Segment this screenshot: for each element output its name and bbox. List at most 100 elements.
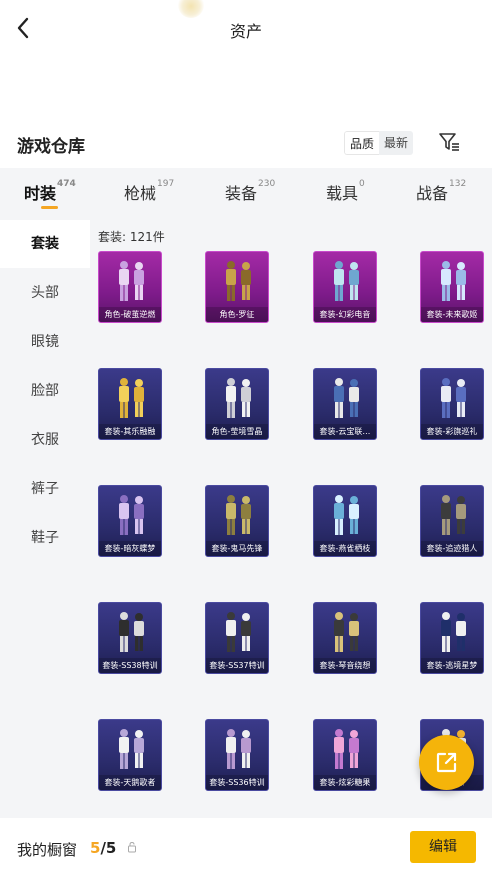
sidebar: 套装 头部 眼镜 脸部 衣服 裤子 鞋子 bbox=[0, 218, 90, 818]
outfit-thumbnail bbox=[334, 378, 359, 418]
sidebar-item-glasses[interactable]: 眼镜 bbox=[0, 318, 90, 366]
item-card-label: 套装-追迹猎人 bbox=[421, 541, 483, 556]
outfit-thumbnail bbox=[334, 261, 359, 301]
item-card-label: 套装-SS37特训 bbox=[206, 658, 268, 673]
sort-option-quality[interactable]: 品质 bbox=[344, 131, 380, 155]
item-card[interactable]: 套装-炫彩糖果 bbox=[313, 719, 377, 791]
sidebar-item-clothes[interactable]: 衣服 bbox=[0, 416, 90, 464]
item-card-label: 套装-其乐融融 bbox=[99, 424, 161, 439]
showcase-total: /5 bbox=[100, 839, 117, 857]
item-card[interactable]: 套装-天鹅歌者 bbox=[98, 719, 162, 791]
sort-toggle: 品质 最新 bbox=[344, 131, 414, 155]
item-card-label: 套装-天鹅歌者 bbox=[99, 775, 161, 790]
showcase-label: 我的橱窗 bbox=[17, 841, 78, 859]
item-card[interactable]: 套装-追迹猎人 bbox=[420, 485, 484, 557]
item-card-label: 套装-SS36特训 bbox=[206, 775, 268, 790]
item-card[interactable]: 角色-罗征 bbox=[205, 251, 269, 323]
sidebar-item-sets[interactable]: 套装 bbox=[0, 220, 90, 268]
tab-count: 132 bbox=[449, 178, 467, 189]
item-card-label: 套装-云宝联… bbox=[314, 424, 376, 439]
tab-gear[interactable]: 战备132 bbox=[416, 178, 467, 204]
outfit-thumbnail bbox=[334, 495, 359, 535]
item-card-label: 套装-幻彩电音 bbox=[314, 307, 376, 322]
item-card-label: 套装-炫彩糖果 bbox=[314, 775, 376, 790]
tab-equipment[interactable]: 装备230 bbox=[225, 178, 276, 204]
item-card-label: 套装-彩旗巡礼 bbox=[421, 424, 483, 439]
tab-label: 枪械 bbox=[124, 184, 157, 203]
item-card[interactable]: 套装-其乐融融 bbox=[98, 368, 162, 440]
showcase-used: 5 bbox=[90, 839, 101, 857]
lock-icon bbox=[128, 841, 136, 853]
outfit-thumbnail bbox=[119, 261, 144, 301]
outfit-thumbnail bbox=[226, 495, 251, 535]
sidebar-item-head[interactable]: 头部 bbox=[0, 269, 90, 317]
item-card-label: 套装-琴音绕想 bbox=[314, 658, 376, 673]
tab-label: 时装 bbox=[24, 184, 57, 203]
item-card-label: 角色-破茧逆燃 bbox=[99, 307, 161, 322]
outfit-thumbnail bbox=[119, 378, 144, 418]
item-card[interactable]: 套装-云宝联… bbox=[313, 368, 377, 440]
item-card[interactable]: 套装-暗灰蝶梦 bbox=[98, 485, 162, 557]
outfit-thumbnail bbox=[441, 495, 466, 535]
showcase-count: 5/5 bbox=[90, 839, 116, 857]
item-card-label: 套装-SS38特训 bbox=[99, 658, 161, 673]
item-card-label: 套装-未来歌姬 bbox=[421, 307, 483, 322]
tab-guns[interactable]: 枪械197 bbox=[124, 178, 175, 204]
item-card[interactable]: 套装-鬼马先锋 bbox=[205, 485, 269, 557]
item-card[interactable]: 套装-琴音绕想 bbox=[313, 602, 377, 674]
sidebar-item-pants[interactable]: 裤子 bbox=[0, 465, 90, 513]
tab-label: 装备 bbox=[225, 184, 258, 203]
item-card[interactable]: 套装-燕雀栖枝 bbox=[313, 485, 377, 557]
decorative-orb bbox=[178, 0, 204, 18]
item-card-label: 角色-罗征 bbox=[206, 307, 268, 322]
active-tab-indicator bbox=[41, 206, 58, 209]
share-icon bbox=[436, 752, 457, 773]
item-card-label: 套装-暗灰蝶梦 bbox=[99, 541, 161, 556]
sidebar-item-shoes[interactable]: 鞋子 bbox=[0, 514, 90, 562]
item-card[interactable]: 套装-逃境星梦 bbox=[420, 602, 484, 674]
item-card-label: 套装-燕雀栖枝 bbox=[314, 541, 376, 556]
item-card[interactable]: 套装-未来歌姬 bbox=[420, 251, 484, 323]
outfit-thumbnail bbox=[226, 261, 251, 301]
item-card[interactable]: 角色-莹境雪晶 bbox=[205, 368, 269, 440]
outfit-thumbnail bbox=[226, 729, 251, 769]
tab-vehicles[interactable]: 载具0 bbox=[326, 178, 365, 204]
item-card-label: 套装-逃境星梦 bbox=[421, 658, 483, 673]
item-count: 套装: 121件 bbox=[98, 230, 165, 244]
sidebar-item-face[interactable]: 脸部 bbox=[0, 367, 90, 415]
filter-button[interactable] bbox=[437, 130, 461, 154]
edit-button[interactable]: 编辑 bbox=[410, 831, 476, 863]
top-bar: 资产 bbox=[0, 0, 492, 60]
outfit-thumbnail bbox=[226, 378, 251, 418]
outfit-thumbnail bbox=[441, 612, 466, 652]
outfit-thumbnail bbox=[334, 729, 359, 769]
item-card[interactable]: 套装-幻彩电音 bbox=[313, 251, 377, 323]
item-card[interactable]: 套装-SS36特训 bbox=[205, 719, 269, 791]
item-card-label: 角色-莹境雪晶 bbox=[206, 424, 268, 439]
tab-label: 载具 bbox=[326, 184, 359, 203]
category-tabs: 时装474 枪械197 装备230 载具0 战备132 bbox=[0, 168, 492, 218]
outfit-thumbnail bbox=[119, 729, 144, 769]
outfit-thumbnail bbox=[441, 378, 466, 418]
tab-fashion[interactable]: 时装474 bbox=[24, 178, 76, 204]
outfit-thumbnail bbox=[119, 612, 144, 652]
item-card[interactable]: 角色-破茧逆燃 bbox=[98, 251, 162, 323]
outfit-thumbnail bbox=[334, 612, 359, 652]
tab-label: 战备 bbox=[416, 184, 449, 203]
tab-count: 197 bbox=[157, 178, 175, 189]
outfit-thumbnail bbox=[226, 612, 251, 652]
item-card-label: 套装-鬼马先锋 bbox=[206, 541, 268, 556]
warehouse-title: 游戏仓库 bbox=[17, 137, 85, 157]
share-button[interactable] bbox=[419, 735, 474, 790]
outfit-thumbnail bbox=[441, 261, 466, 301]
sort-option-newest[interactable]: 最新 bbox=[379, 131, 414, 155]
item-card[interactable]: 套装-SS38特训 bbox=[98, 602, 162, 674]
tab-count: 474 bbox=[57, 178, 76, 189]
tab-count: 0 bbox=[359, 178, 365, 189]
tab-count: 230 bbox=[258, 178, 276, 189]
page-title: 资产 bbox=[229, 22, 262, 41]
outfit-thumbnail bbox=[119, 495, 144, 535]
item-card[interactable]: 套装-SS37特训 bbox=[205, 602, 269, 674]
filter-icon bbox=[439, 133, 459, 151]
item-card[interactable]: 套装-彩旗巡礼 bbox=[420, 368, 484, 440]
